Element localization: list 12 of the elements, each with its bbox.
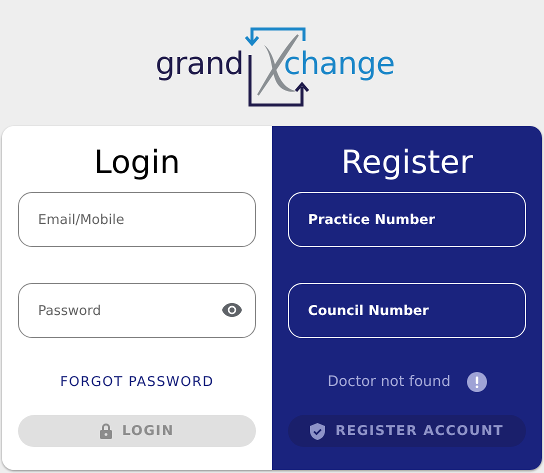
logo-text: change bbox=[284, 46, 395, 82]
eye-icon[interactable] bbox=[221, 302, 243, 318]
error-message: Doctor not found bbox=[327, 374, 451, 390]
panel-title: Login bbox=[94, 142, 180, 183]
panel-title: Register bbox=[341, 142, 473, 183]
forgot-password-link[interactable]: FORGOT PASSWORD bbox=[60, 372, 214, 392]
lock-icon bbox=[100, 423, 112, 439]
shield-check-icon bbox=[310, 422, 326, 440]
logo-text: grand bbox=[155, 46, 244, 82]
alert-icon bbox=[466, 372, 487, 392]
password-field[interactable]: Password bbox=[18, 283, 256, 338]
input-field[interactable]: Email/Mobile bbox=[18, 192, 256, 247]
